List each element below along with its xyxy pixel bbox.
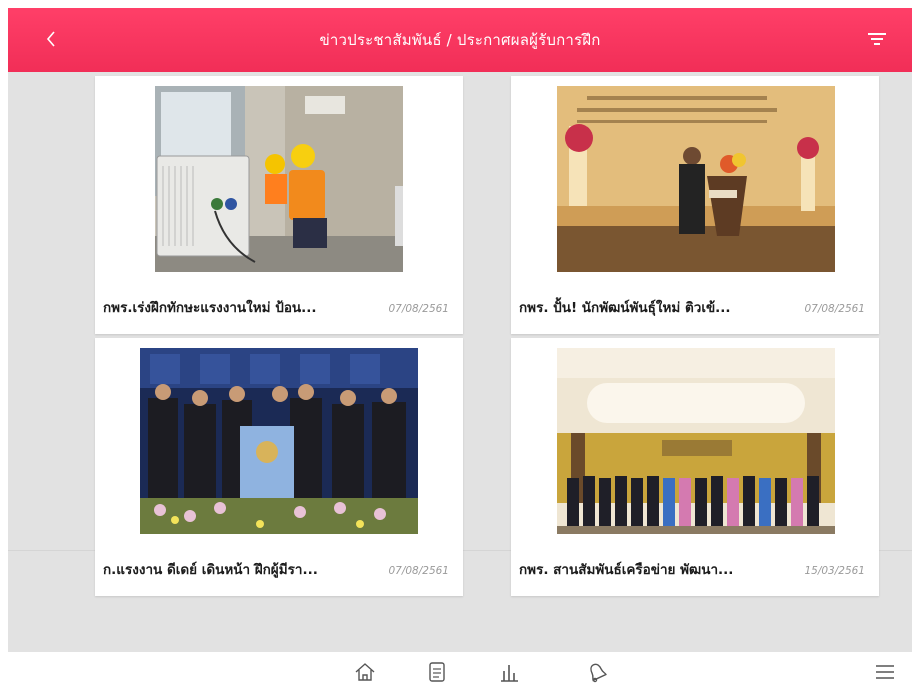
news-caption: กพร.เร่งฝึกทักษะแรงงานใหม่ ป้อน... 07/08… [103,296,449,318]
speaker-at-podium-photo [557,86,835,272]
news-title: กพร. สานสัมพันธ์เครือข่าย พัฒนา... [519,562,734,578]
bottom-navigation [0,652,921,690]
news-card[interactable]: กพร. ปั้น! นักพัฒน์พันธุ์ใหม่ ติวเข้... … [511,76,879,334]
news-date: 07/08/2561 [388,303,449,315]
page-title: ข่าวประชาสัมพันธ์ / ประกาศผลผู้รับการฝึก [319,31,601,49]
news-title: กพร.เร่งฝึกทักษะแรงงานใหม่ ป้อน... [103,300,317,316]
group-photo-ballroom-photo [557,348,835,534]
document-icon[interactable] [424,660,450,684]
news-list: กพร.เร่งฝึกทักษะแรงงานใหม่ ป้อน... 07/08… [8,72,912,652]
officials-group-stage-photo [140,348,418,534]
news-card[interactable]: กพร. สานสัมพันธ์เครือข่าย พัฒนา... 15/03… [511,338,879,596]
news-title: ก.แรงงาน ดีเดย์ เดินหน้า ฝึกผู้มีรา... [103,562,318,578]
app-header: ข่าวประชาสัมพันธ์ / ประกาศผลผู้รับการฝึก [8,8,912,72]
home-icon[interactable] [352,660,378,684]
bell-icon[interactable] [584,660,610,684]
chart-icon[interactable] [496,660,522,684]
news-date: 07/08/2561 [804,303,865,315]
news-card[interactable]: ก.แรงงาน ดีเดย์ เดินหน้า ฝึกผู้มีรา... 0… [95,338,463,596]
news-title: กพร. ปั้น! นักพัฒน์พันธุ์ใหม่ ติวเข้... [519,300,731,316]
news-caption: กพร. ปั้น! นักพัฒน์พันธุ์ใหม่ ติวเข้... … [519,296,865,318]
news-caption: ก.แรงงาน ดีเดย์ เดินหน้า ฝึกผู้มีรา... 0… [103,558,449,580]
news-date: 15/03/2561 [804,565,865,577]
workers-repairing-air-conditioner-photo [155,86,403,272]
hamburger-menu-icon[interactable] [872,660,898,684]
news-card[interactable]: กพร.เร่งฝึกทักษะแรงงานใหม่ ป้อน... 07/08… [95,76,463,334]
filter-icon[interactable] [866,28,888,50]
news-caption: กพร. สานสัมพันธ์เครือข่าย พัฒนา... 15/03… [519,558,865,580]
news-date: 07/08/2561 [388,565,449,577]
